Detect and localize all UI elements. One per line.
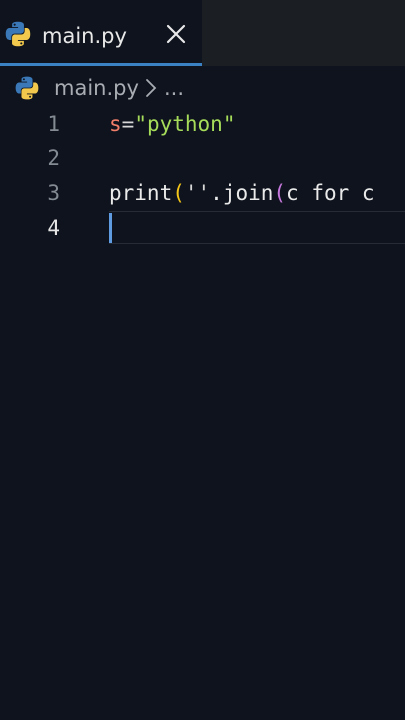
python-icon: [5, 21, 31, 47]
breadcrumb-file[interactable]: main.py: [54, 75, 139, 101]
code-token: s: [109, 112, 122, 136]
code-line[interactable]: 1 s="python": [0, 107, 405, 141]
tab-label: main.py: [42, 24, 127, 48]
line-number: 1: [47, 112, 60, 136]
code-token: '': [184, 181, 211, 205]
code-token: "python": [134, 112, 236, 136]
code-text[interactable]: s="python": [109, 107, 235, 141]
code-line[interactable]: 3 print(''.join(c for c: [0, 176, 405, 210]
code-token: (: [273, 181, 287, 205]
code-editor: main.py main.py ... 1 s="python" 2 3 print('…: [0, 0, 405, 720]
code-token: =: [121, 112, 135, 136]
code-text[interactable]: print(''.join(c for c: [109, 176, 375, 210]
code-line[interactable]: 2: [0, 141, 405, 175]
breadcrumb-ellipsis[interactable]: ...: [164, 75, 184, 101]
line-number: 2: [47, 146, 60, 170]
tab-main-py[interactable]: main.py: [0, 0, 202, 66]
close-icon[interactable]: [162, 20, 190, 48]
code-line[interactable]: 4: [0, 211, 405, 245]
code-token: c for c: [286, 181, 375, 205]
line-number: 4: [47, 216, 60, 240]
code-token: (: [172, 181, 185, 205]
chevron-right-icon: [146, 79, 157, 97]
code-token: print: [109, 181, 173, 205]
tab-bar: main.py: [0, 0, 405, 66]
breadcrumb: main.py ...: [0, 66, 405, 110]
python-icon: [15, 76, 39, 100]
code-token: .join: [210, 181, 274, 205]
line-number: 3: [47, 181, 60, 205]
text-cursor: [109, 213, 112, 243]
